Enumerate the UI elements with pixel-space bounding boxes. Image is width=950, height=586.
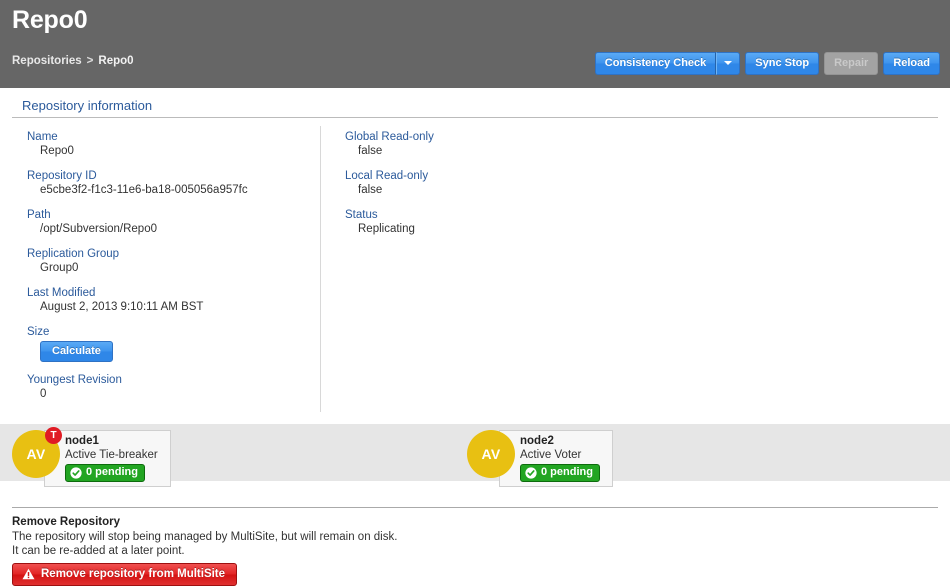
node-details: node2 Active Voter 0 pending: [499, 430, 613, 487]
field-label: Size: [27, 326, 50, 338]
header-actions: Consistency Check Sync Stop Repair Reloa…: [594, 52, 940, 75]
field-label: Path: [27, 209, 51, 221]
repository-info-grid: Name Repo0 Repository ID e5cbe3f2-f1c3-1…: [12, 118, 938, 418]
avatar-initials: AV: [467, 430, 515, 478]
breadcrumb-separator: >: [86, 55, 94, 67]
remove-repository-description-line2: It can be re-added at a later point.: [12, 545, 185, 557]
repair-button: Repair: [824, 52, 879, 75]
node-name: node1: [65, 435, 99, 447]
status-badge-label: 0 pending: [541, 466, 593, 478]
avatar: AV: [467, 430, 515, 478]
warning-triangle-icon: [22, 568, 35, 580]
sync-stop-button[interactable]: Sync Stop: [745, 52, 820, 75]
remove-repository-button[interactable]: Remove repository from MultiSite: [12, 563, 238, 586]
field-label: Replication Group: [27, 248, 120, 260]
field-value: false: [358, 184, 383, 196]
field-value: e5cbe3f2-f1c3-11e6-ba18-005056a957fc: [40, 184, 248, 196]
consistency-check-button-group: Consistency Check: [594, 52, 741, 75]
page-title: Repo0: [12, 6, 88, 34]
field-youngest-revision: Youngest Revision 0: [27, 373, 320, 401]
field-status: Status Replicating: [345, 208, 434, 236]
column-divider: [320, 126, 321, 412]
tie-breaker-badge: T: [45, 427, 62, 444]
field-value: Group0: [40, 262, 79, 274]
field-size: Size Calculate: [27, 325, 320, 362]
field-value: August 2, 2013 9:10:11 AM BST: [40, 301, 204, 313]
field-replication-group: Replication Group Group0: [27, 247, 320, 275]
node-card[interactable]: AV T node1 Active Tie-breaker 0 pending: [12, 427, 171, 487]
field-label: Last Modified: [27, 287, 96, 299]
remove-repository-button-label: Remove repository from MultiSite: [41, 568, 226, 580]
breadcrumb-link-repositories[interactable]: Repositories: [12, 55, 82, 67]
remove-repository-section: Remove Repository The repository will st…: [0, 507, 950, 586]
status-badge: 0 pending: [520, 464, 600, 482]
page-header: Repo0 Repositories > Repo0 Consistency Che…: [0, 0, 950, 88]
reload-button[interactable]: Reload: [883, 52, 940, 75]
section-divider: [12, 507, 938, 508]
field-local-read-only: Local Read-only false: [345, 169, 434, 197]
node-details: node1 Active Tie-breaker 0 pending: [44, 430, 171, 487]
info-column-right: Global Read-only false Local Read-only f…: [320, 130, 434, 412]
status-badge-label: 0 pending: [86, 466, 138, 478]
field-name: Name Repo0: [27, 130, 320, 158]
field-last-modified: Last Modified August 2, 2013 9:10:11 AM …: [27, 286, 320, 314]
chevron-down-icon: [724, 61, 733, 65]
consistency-check-button[interactable]: Consistency Check: [594, 52, 717, 75]
field-value: false: [358, 145, 383, 157]
info-column-left: Name Repo0 Repository ID e5cbe3f2-f1c3-1…: [12, 130, 320, 412]
nodes-band: AV T node1 Active Tie-breaker 0 pending …: [0, 424, 950, 487]
field-path: Path /opt/Subversion/Repo0: [27, 208, 320, 236]
field-value: /opt/Subversion/Repo0: [40, 223, 157, 235]
calculate-size-button[interactable]: Calculate: [40, 341, 113, 362]
breadcrumb: Repositories > Repo0: [12, 55, 134, 67]
remove-repository-title: Remove Repository: [12, 516, 121, 528]
node-role: Active Tie-breaker: [65, 449, 158, 461]
breadcrumb-current: Repo0: [98, 55, 134, 67]
field-value: Replicating: [358, 223, 415, 235]
field-label: Local Read-only: [345, 170, 429, 182]
consistency-check-dropdown-button[interactable]: [716, 52, 741, 75]
field-label: Youngest Revision: [27, 374, 122, 386]
status-badge: 0 pending: [65, 464, 145, 482]
field-label: Global Read-only: [345, 131, 434, 143]
circle-check-icon: [70, 466, 82, 479]
field-repository-id: Repository ID e5cbe3f2-f1c3-11e6-ba18-00…: [27, 169, 320, 197]
field-value: 0: [40, 388, 47, 400]
section-title-repository-information: Repository information: [22, 98, 153, 113]
node-role: Active Voter: [520, 449, 582, 461]
field-label: Name: [27, 131, 58, 143]
field-value: Calculate: [27, 339, 320, 362]
field-global-read-only: Global Read-only false: [345, 130, 434, 158]
repository-information-section: Repository information Name Repo0 Reposi…: [0, 88, 950, 418]
node-card[interactable]: AV node2 Active Voter 0 pending: [467, 430, 613, 487]
field-label: Status: [345, 209, 378, 221]
field-value: Repo0: [40, 145, 74, 157]
avatar: AV T: [12, 427, 62, 478]
node-name: node2: [520, 435, 554, 447]
remove-repository-description-line1: The repository will stop being managed b…: [12, 531, 398, 543]
field-label: Repository ID: [27, 170, 97, 182]
circle-check-icon: [525, 466, 537, 479]
